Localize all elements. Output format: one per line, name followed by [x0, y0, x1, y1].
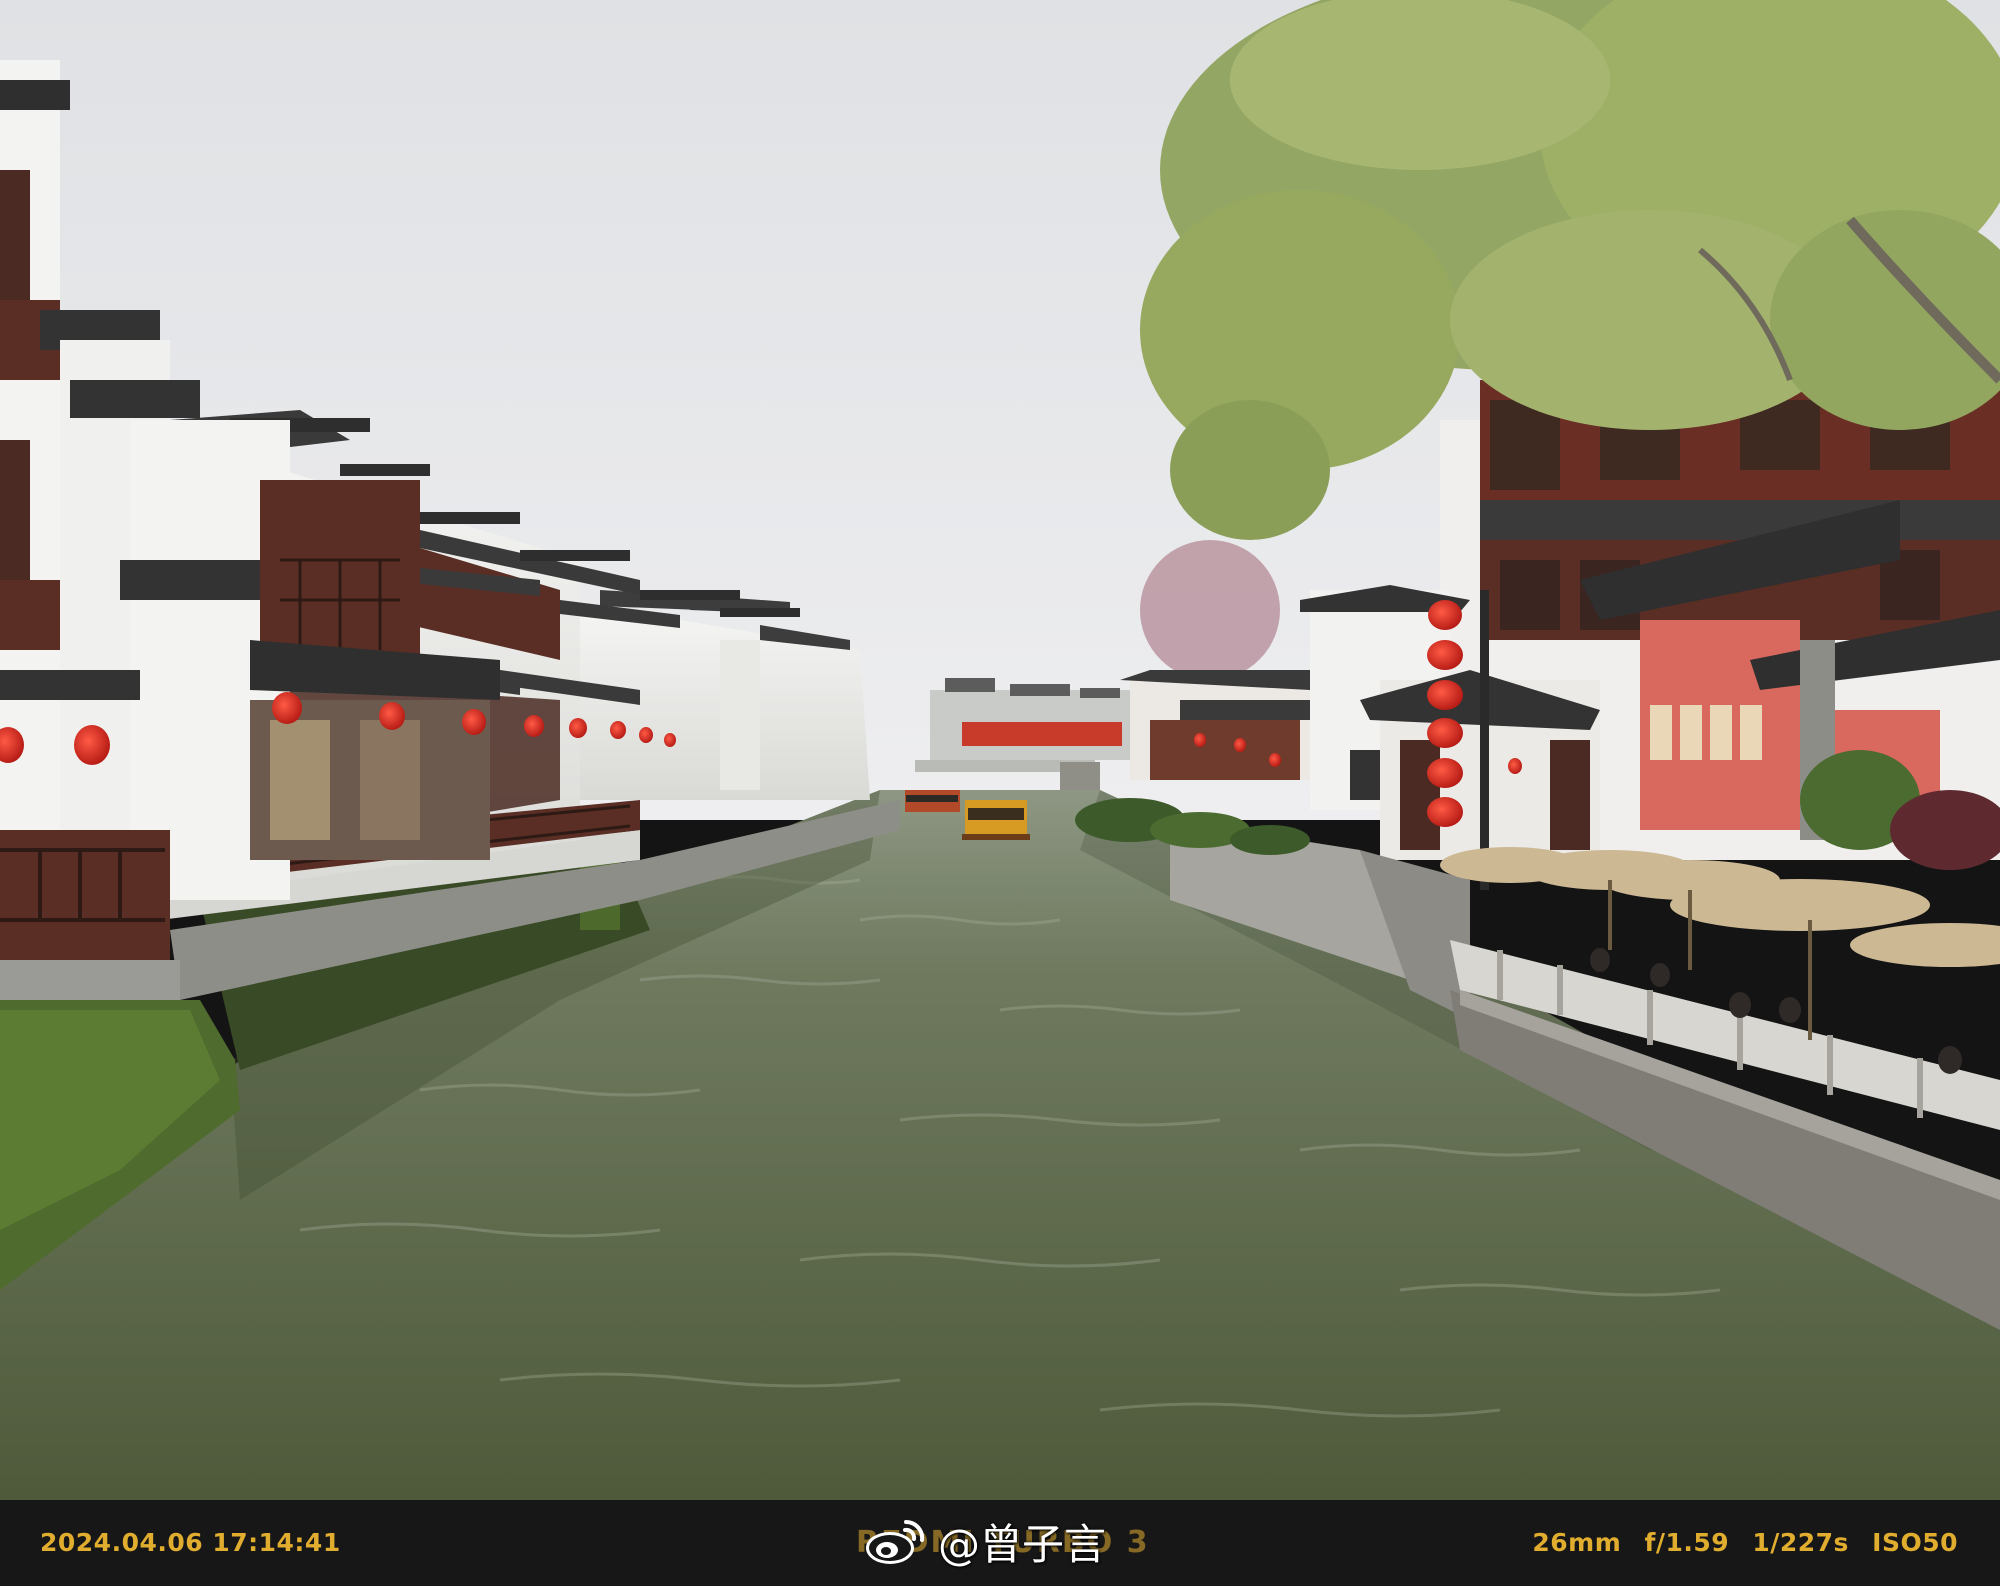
- watermark-username: @曾子言: [938, 1519, 1107, 1569]
- exif-settings: 26mm f/1.59 1/227s ISO50: [1532, 1528, 1958, 1557]
- photo-frame: 2024.04.06 17:14:41 REDMI TURBO 3 26mm f…: [0, 0, 2000, 1586]
- weibo-icon: [866, 1519, 925, 1564]
- weibo-watermark: @曾子言: [862, 1506, 1106, 1576]
- capture-timestamp: 2024.04.06 17:14:41: [40, 1528, 341, 1557]
- canal-photo: [0, 0, 2000, 1500]
